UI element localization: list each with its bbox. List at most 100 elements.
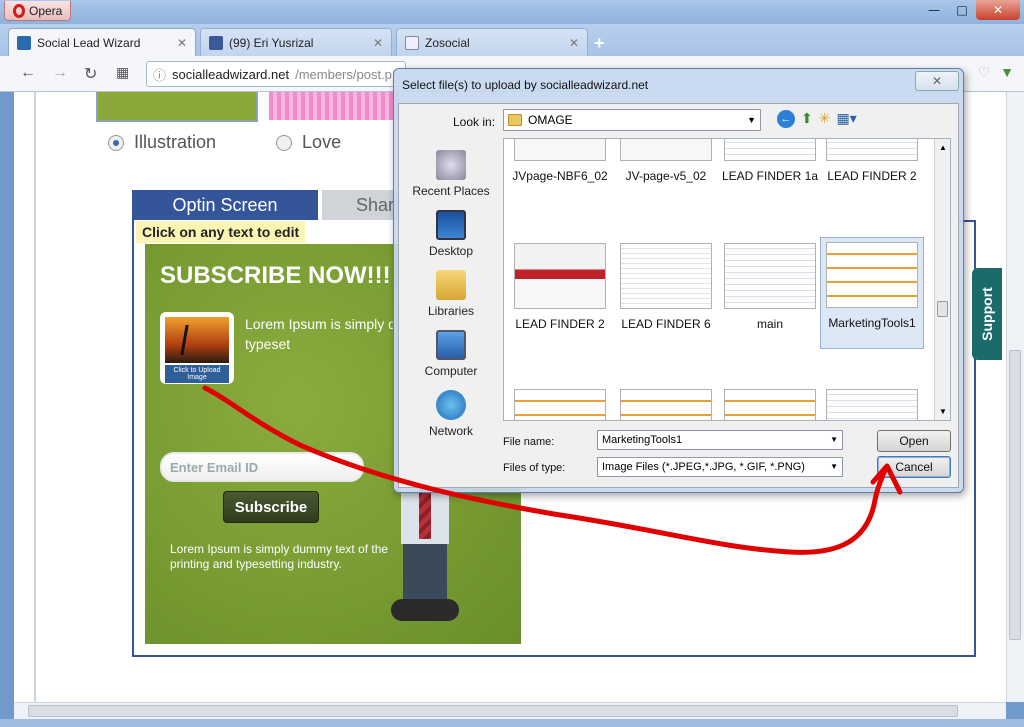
close-tab-icon[interactable]: ✕ (569, 36, 579, 50)
dialog-title: Select file(s) to upload by socialleadwi… (402, 78, 649, 92)
email-field[interactable]: Enter Email ID (160, 452, 364, 482)
close-tab-icon[interactable]: ✕ (373, 36, 383, 50)
look-in-label: Look in: (453, 115, 496, 129)
place-network[interactable]: Network (403, 378, 499, 438)
tab-zosocial[interactable]: Zosocial ✕ (396, 28, 588, 56)
close-tab-icon[interactable]: ✕ (177, 36, 187, 50)
file-list[interactable]: MarketingTools1 main LEAD FINDER 6 LEAD FIN… (503, 138, 951, 421)
tab-optin-screen[interactable]: Optin Screen (132, 190, 318, 220)
file-name: LEAD FINDER 2 (827, 169, 917, 183)
url-host: socialleadwizard.net (172, 66, 290, 82)
cancel-button[interactable]: Cancel (877, 456, 951, 478)
browser-title-bar: Opera — □ ✕ (0, 0, 1024, 24)
file-name: LEAD FINDER 1a (721, 169, 819, 183)
browser-tools: ♡ ▼ (978, 64, 1014, 81)
open-button[interactable]: Open (877, 430, 951, 452)
file-item[interactable]: JVpage-NBF6_02 (508, 139, 612, 201)
file-list-scrollbar[interactable]: ▲ ▼ (934, 139, 950, 420)
tab-facebook[interactable]: (99) Eri Yusrizal ✕ (200, 28, 392, 56)
tab-social-lead-wizard[interactable]: Social Lead Wizard ✕ (8, 28, 196, 56)
page-horizontal-scrollbar[interactable] (14, 702, 1006, 719)
new-folder-icon[interactable]: ✳ (819, 110, 831, 128)
upload-image-button[interactable]: Click to Upload Image (160, 312, 234, 384)
file-item[interactable]: main (718, 237, 822, 349)
optin-title[interactable]: SUBSCRIBE NOW!!! (160, 262, 391, 290)
wizard-favicon-icon (17, 35, 31, 50)
back-icon[interactable]: ← (20, 64, 36, 82)
file-type-select[interactable]: Image Files (*.JPEG,*.JPG, *.GIF, *.PNG)… (597, 457, 843, 477)
speed-dial-icon[interactable]: ▦ (116, 64, 129, 81)
scroll-down-icon[interactable]: ▼ (939, 407, 947, 416)
place-computer[interactable]: Computer (403, 318, 499, 378)
new-tab-icon[interactable]: + (594, 33, 605, 54)
scrollbar-thumb[interactable] (1009, 350, 1021, 640)
look-in-select[interactable]: OMAGE ▼ (503, 109, 761, 131)
place-libraries[interactable]: Libraries (403, 258, 499, 318)
theme-radio-group: Illustration Love (108, 132, 341, 153)
place-label: Recent Places (412, 184, 490, 198)
chevron-down-icon[interactable]: ▼ (830, 435, 838, 444)
file-item[interactable] (718, 383, 822, 420)
scrollbar-thumb[interactable] (28, 705, 958, 717)
up-folder-icon[interactable]: ⬆ (801, 110, 813, 128)
file-thumbnail (724, 243, 816, 309)
file-thumbnail (514, 389, 606, 420)
scroll-up-icon[interactable]: ▲ (939, 143, 947, 152)
radio-love[interactable]: Love (276, 132, 341, 153)
support-tab[interactable]: Support (972, 268, 1002, 360)
close-dialog-icon[interactable]: ✕ (915, 71, 959, 91)
window-controls: — □ ✕ (920, 0, 1020, 20)
page-vertical-scrollbar[interactable] (1006, 92, 1024, 702)
views-menu-icon[interactable]: ▦▾ (836, 110, 856, 128)
file-name: JVpage-NBF6_02 (512, 169, 608, 183)
template-thumbnail[interactable] (269, 92, 399, 120)
minimize-icon[interactable]: — (920, 0, 948, 20)
look-in-value: OMAGE (528, 113, 573, 127)
place-recent[interactable]: Recent Places (403, 138, 499, 198)
tab-label: Zosocial (425, 35, 470, 50)
download-icon[interactable]: ▼ (1000, 64, 1014, 81)
file-item[interactable]: LEAD FINDER 6 (614, 237, 718, 349)
place-label: Network (428, 424, 473, 438)
file-item[interactable]: LEAD FINDER 2 (820, 139, 924, 201)
radio-illustration[interactable]: Illustration (108, 132, 216, 153)
file-item[interactable] (508, 383, 612, 420)
file-item[interactable] (614, 383, 718, 420)
mascot-shoes (391, 599, 459, 621)
file-thumbnail (724, 389, 816, 420)
url-field[interactable]: ⓘ socialleadwizard.net/members/post.p (146, 61, 406, 87)
tab-bar: Social Lead Wizard ✕ (99) Eri Yusrizal ✕… (0, 24, 1024, 56)
site-info-icon[interactable]: ⓘ (153, 65, 166, 84)
file-item[interactable]: MarketingTools1 (820, 237, 924, 349)
upload-label: Click to Upload Image (165, 365, 229, 383)
optin-footer-text[interactable]: Lorem Ipsum is simply dummy text of the … (170, 542, 390, 572)
opera-menu-button[interactable]: Opera (4, 1, 72, 21)
subscribe-button[interactable]: Subscribe (223, 491, 319, 523)
file-thumbnail (514, 139, 606, 161)
back-arrow-icon[interactable]: ← (777, 110, 795, 128)
file-name: LEAD FINDER 2 (515, 317, 605, 331)
radio-label: Love (302, 132, 342, 152)
scrollbar-thumb[interactable] (937, 301, 948, 317)
file-item[interactable]: LEAD FINDER 2 (508, 237, 612, 349)
radio-button-icon[interactable] (108, 134, 124, 151)
maximize-icon[interactable]: □ (948, 0, 976, 20)
file-item[interactable]: JV-page-v5_02 (614, 139, 718, 201)
file-name: LEAD FINDER 6 (621, 317, 711, 331)
file-item[interactable]: LEAD FINDER 1a (718, 139, 822, 201)
file-thumbnail (826, 242, 918, 308)
bookmark-heart-icon[interactable]: ♡ (978, 64, 991, 81)
mascot-pants (403, 544, 447, 602)
close-window-icon[interactable]: ✕ (976, 0, 1020, 20)
file-name-field[interactable]: MarketingTools1 ▼ (597, 430, 843, 450)
place-desktop[interactable]: Desktop (403, 198, 499, 258)
page-favicon-icon (405, 35, 419, 50)
radio-button-icon[interactable] (276, 134, 293, 151)
reload-icon[interactable]: ↻ (84, 64, 97, 84)
network-globe-icon (436, 390, 466, 420)
tab-label: Social Lead Wizard (37, 35, 141, 50)
file-item[interactable] (820, 383, 924, 420)
chevron-down-icon[interactable]: ▼ (830, 462, 838, 471)
forward-icon[interactable]: → (52, 64, 68, 82)
template-thumbnail[interactable] (96, 92, 258, 122)
